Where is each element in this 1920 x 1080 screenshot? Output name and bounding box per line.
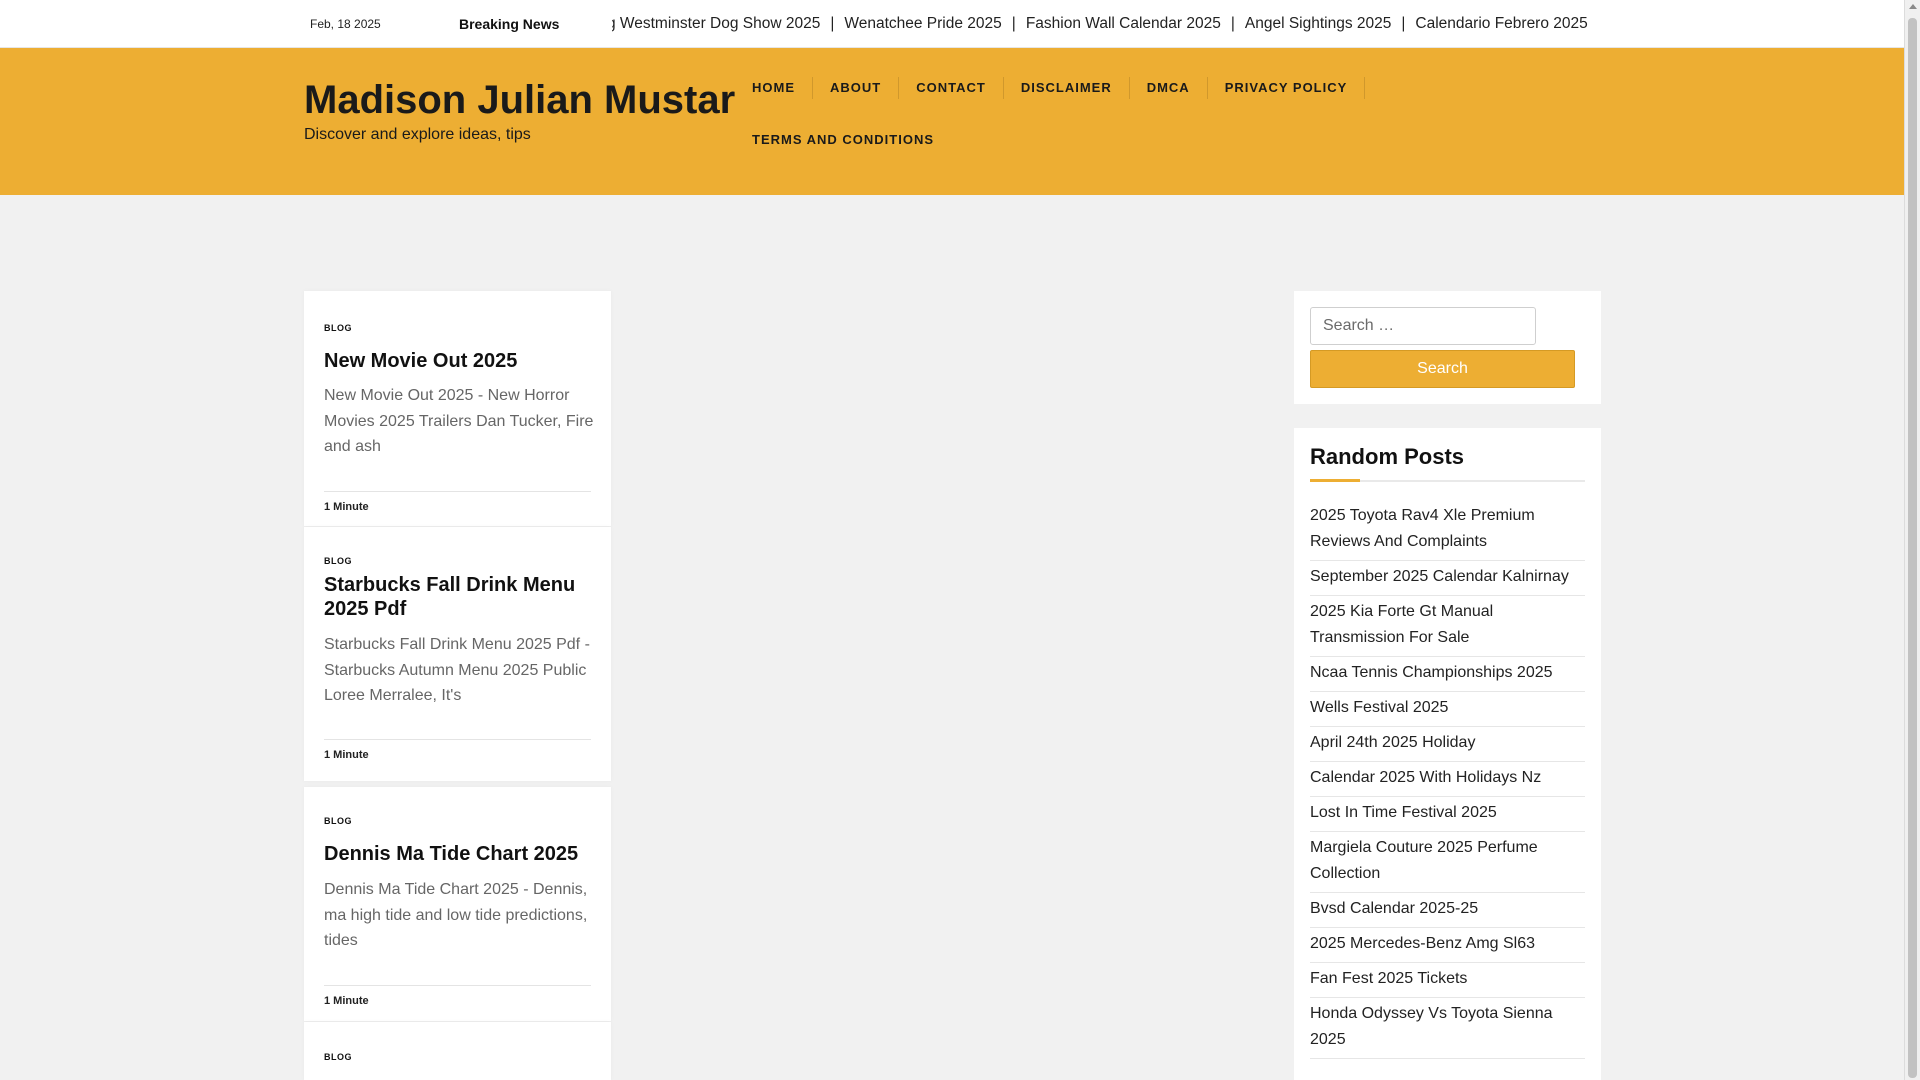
ticker-separator: |: [1401, 15, 1406, 32]
nav-terms-and-conditions[interactable]: TERMS AND CONDITIONS: [752, 129, 951, 151]
nav-contact[interactable]: CONTACT: [899, 77, 1004, 99]
random-post-link[interactable]: Lost In Time Festival 2025: [1310, 804, 1497, 821]
read-time: 1 Minute: [324, 501, 369, 513]
nav-privacy-policy[interactable]: PRIVACY POLICY: [1208, 77, 1366, 99]
list-item: 2025 Kia Forte Gt Manual Transmission Fo…: [1310, 596, 1585, 657]
nav-disclaimer[interactable]: DISCLAIMER: [1004, 77, 1130, 99]
main-navigation: HOME ABOUT CONTACT DISCLAIMER DMCA PRIVA…: [735, 62, 1435, 147]
ticker-link[interactable]: Calendario Febrero 2025: [1415, 15, 1587, 32]
post-category[interactable]: BLOG: [324, 323, 352, 333]
ticker-separator: |: [1230, 15, 1235, 32]
widget-title: Random Posts: [1310, 444, 1465, 469]
site-tagline: Discover and explore ideas, tips: [304, 126, 531, 143]
post-category[interactable]: BLOG: [324, 816, 352, 826]
read-time: 1 Minute: [324, 749, 369, 761]
nav-home[interactable]: HOME: [735, 77, 813, 99]
random-post-link[interactable]: 2025 Mercedes-Benz Amg Sl63: [1310, 935, 1535, 952]
post-divider: [324, 491, 591, 492]
post-card: BLOG Starbucks Fall Drink Menu 2025 Pdf …: [304, 527, 611, 781]
random-post-link[interactable]: Margiela Couture 2025 Perfume Collection: [1310, 839, 1538, 882]
post-category[interactable]: BLOG: [324, 1052, 352, 1062]
ticker-link[interactable]: Wenatchee Pride 2025: [844, 15, 1001, 32]
read-time: 1 Minute: [324, 995, 369, 1007]
post-divider: [324, 985, 591, 986]
post-divider: [324, 739, 591, 740]
page-scrollbar[interactable]: [1904, 0, 1920, 1080]
scrollbar-thumb[interactable]: [1908, 18, 1917, 1078]
list-item: Lost In Time Festival 2025: [1310, 797, 1585, 832]
random-posts-widget: Random Posts 2025 Toyota Rav4 Xle Premiu…: [1294, 428, 1601, 1080]
ticker-separator: |: [830, 15, 835, 32]
search-button[interactable]: Search: [1310, 350, 1575, 388]
site-title[interactable]: Madison Julian Mustar: [304, 78, 735, 123]
random-post-link[interactable]: 2025 Toyota Rav4 Xle Premium Reviews And…: [1310, 507, 1535, 550]
post-excerpt: Dennis Ma Tide Chart 2025 - Dennis, ma h…: [324, 881, 588, 949]
random-post-link[interactable]: Honda Odyssey Vs Toyota Sienna 2025: [1310, 1005, 1553, 1048]
top-bar: Feb, 18 2025 Breaking News Pug Westminst…: [0, 0, 1904, 48]
post-card: BLOG: [304, 1022, 611, 1080]
post-category[interactable]: BLOG: [324, 556, 352, 566]
scroll-up-arrow-icon[interactable]: [1909, 4, 1917, 9]
post-excerpt: Starbucks Fall Drink Menu 2025 Pdf - Sta…: [324, 636, 590, 704]
random-posts-list: 2025 Toyota Rav4 Xle Premium Reviews And…: [1310, 500, 1585, 1059]
list-item: Fan Fest 2025 Tickets: [1310, 963, 1585, 998]
post-title[interactable]: Dennis Ma Tide Chart 2025: [324, 842, 594, 866]
list-item: Calendar 2025 With Holidays Nz: [1310, 762, 1585, 797]
random-post-link[interactable]: Fan Fest 2025 Tickets: [1310, 970, 1467, 987]
ticker-separator: |: [1011, 15, 1016, 32]
ticker-link[interactable]: Fashion Wall Calendar 2025: [1026, 15, 1221, 32]
random-post-link[interactable]: Ncaa Tennis Championships 2025: [1310, 664, 1553, 681]
widget-title-accent: [1310, 479, 1360, 482]
nav-about[interactable]: ABOUT: [813, 77, 900, 99]
list-item: 2025 Mercedes-Benz Amg Sl63: [1310, 928, 1585, 963]
post-card: BLOG Dennis Ma Tide Chart 2025 Dennis Ma…: [304, 787, 611, 1021]
random-post-link[interactable]: Wells Festival 2025: [1310, 699, 1448, 716]
list-item: Margiela Couture 2025 Perfume Collection: [1310, 832, 1585, 893]
site-header: Madison Julian Mustar Discover and explo…: [0, 48, 1904, 195]
random-post-link[interactable]: September 2025 Calendar Kalnirnay: [1310, 568, 1569, 585]
post-excerpt: New Movie Out 2025 - New Horror Movies 2…: [324, 387, 594, 455]
breaking-news-label: Breaking News: [459, 16, 560, 32]
post-title[interactable]: New Movie Out 2025: [324, 349, 594, 373]
post-title[interactable]: Starbucks Fall Drink Menu 2025 Pdf: [324, 573, 594, 621]
search-field: [1310, 307, 1536, 345]
list-item: Honda Odyssey Vs Toyota Sienna 2025: [1310, 998, 1585, 1059]
random-post-link[interactable]: 2025 Kia Forte Gt Manual Transmission Fo…: [1310, 603, 1493, 646]
ticker-link[interactable]: Pug Westminster Dog Show 2025: [612, 15, 820, 32]
post-card: BLOG New Movie Out 2025 New Movie Out 20…: [304, 291, 611, 526]
list-item: Bvsd Calendar 2025-25: [1310, 893, 1585, 928]
random-post-link[interactable]: Calendar 2025 With Holidays Nz: [1310, 769, 1541, 786]
list-item: April 24th 2025 Holiday: [1310, 727, 1585, 762]
list-item: Ncaa Tennis Championships 2025: [1310, 657, 1585, 692]
ticker-link[interactable]: Angel Sightings 2025: [1245, 15, 1392, 32]
search-input[interactable]: [1311, 308, 1535, 344]
breaking-news-ticker: Pug Westminster Dog Show 2025 | Wenatchee …: [612, 12, 1642, 38]
random-post-link[interactable]: Bvsd Calendar 2025-25: [1310, 900, 1478, 917]
list-item: September 2025 Calendar Kalnirnay: [1310, 561, 1585, 596]
search-widget: Search: [1294, 291, 1601, 404]
current-date: Feb, 18 2025: [310, 17, 381, 31]
random-post-link[interactable]: April 24th 2025 Holiday: [1310, 734, 1475, 751]
nav-dmca[interactable]: DMCA: [1130, 77, 1208, 99]
list-item: 2025 Toyota Rav4 Xle Premium Reviews And…: [1310, 500, 1585, 561]
list-item: Wells Festival 2025: [1310, 692, 1585, 727]
